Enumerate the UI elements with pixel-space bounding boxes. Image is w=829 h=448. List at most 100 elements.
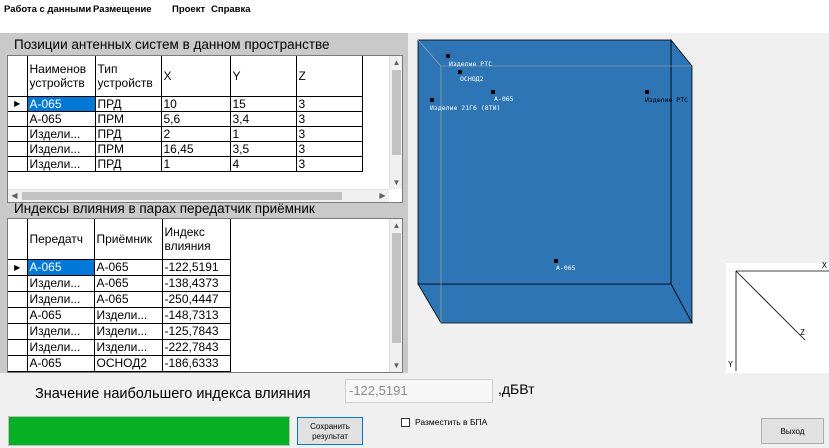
- influence-cell[interactable]: А-065: [94, 275, 163, 292]
- positions-cell[interactable]: Издели...: [27, 141, 96, 157]
- row-header[interactable]: [8, 141, 28, 157]
- positions-cell[interactable]: 1: [230, 126, 297, 142]
- influence-row[interactable]: Издели... Издели... -222,7843: [8, 339, 231, 356]
- influence-cell[interactable]: Издели...: [94, 323, 163, 340]
- positions-cell[interactable]: 3: [296, 126, 363, 142]
- row-header[interactable]: [8, 111, 28, 127]
- positions-cell[interactable]: ПРМ: [95, 111, 162, 127]
- positions-row[interactable]: Издели... ПРД 2 1 3: [8, 126, 363, 142]
- positions-cell[interactable]: 3: [296, 111, 363, 127]
- scene-viewport[interactable]: X Y Z Изделие РТС ОСНОД2 А-065 Изделие 2…: [408, 33, 829, 373]
- positions-row[interactable]: Издели... ПРД 1 4 3: [8, 156, 363, 172]
- positions-cell[interactable]: ПРМ: [95, 141, 162, 157]
- influence-cell[interactable]: Издели...: [27, 275, 95, 292]
- scroll-thumb-horizontal[interactable]: [22, 192, 342, 200]
- influence-cell[interactable]: А-065: [94, 259, 163, 276]
- positions-cell[interactable]: 16,45: [161, 141, 231, 157]
- influence-row[interactable]: А-065 Издели... -148,7313: [8, 307, 231, 324]
- influence-row[interactable]: А-065 ОСНОД2 -186,6333: [8, 355, 231, 372]
- device-marker[interactable]: [645, 90, 649, 94]
- positions-cell[interactable]: Издели...: [27, 126, 96, 142]
- influence-cell[interactable]: А-065: [27, 355, 95, 372]
- scroll-down-arrow-icon[interactable]: ▼: [390, 176, 402, 189]
- positions-cell[interactable]: ПРД: [95, 156, 162, 172]
- positions-cell[interactable]: Издели...: [27, 156, 96, 172]
- menu-item-help[interactable]: Справка: [211, 4, 251, 15]
- scroll-up-arrow-icon[interactable]: ▲: [390, 56, 402, 69]
- scroll-thumb[interactable]: [392, 233, 401, 343]
- row-header[interactable]: [8, 339, 28, 356]
- influence-cell[interactable]: А-065: [27, 259, 95, 276]
- row-header[interactable]: [8, 275, 28, 292]
- exit-button[interactable]: Выход: [761, 418, 824, 444]
- positions-cell[interactable]: 3: [296, 141, 363, 157]
- influence-cell[interactable]: Издели...: [27, 339, 95, 356]
- positions-cell[interactable]: 10: [161, 96, 231, 112]
- device-marker[interactable]: [491, 90, 495, 94]
- row-header[interactable]: ▶: [8, 96, 28, 112]
- column-header-z[interactable]: Z: [296, 56, 363, 97]
- save-result-button[interactable]: Сохранить результат: [297, 417, 363, 445]
- column-header-y[interactable]: Y: [230, 56, 297, 97]
- influence-row[interactable]: Издели... Издели... -125,7843: [8, 323, 231, 340]
- menu-item-data[interactable]: Работа с данными: [4, 4, 91, 15]
- influence-grid[interactable]: Передатч Приёмник Индекс влияния ▶ А-065 А…: [7, 218, 403, 373]
- influence-cell[interactable]: -138,4373: [162, 275, 231, 292]
- column-header-x[interactable]: X: [161, 56, 231, 97]
- influence-cell[interactable]: Издели...: [27, 291, 95, 308]
- influence-cell[interactable]: -148,7313: [162, 307, 231, 324]
- row-header[interactable]: [8, 156, 28, 172]
- positions-cell[interactable]: 3,5: [230, 141, 297, 157]
- menu-item-placement[interactable]: Размещение: [93, 4, 152, 15]
- positions-cell[interactable]: А-065: [27, 111, 96, 127]
- scroll-thumb[interactable]: [392, 70, 401, 155]
- influence-row[interactable]: ▶ А-065 А-065 -122,5191: [8, 259, 231, 276]
- influence-cell[interactable]: Издели...: [27, 323, 95, 340]
- influence-cell[interactable]: ОСНОД2: [94, 355, 163, 372]
- positions-cell[interactable]: А-065: [27, 96, 96, 112]
- positions-cell[interactable]: 5,6: [161, 111, 231, 127]
- device-marker[interactable]: [458, 70, 462, 74]
- device-marker[interactable]: [430, 98, 434, 102]
- positions-cell[interactable]: ПРД: [95, 126, 162, 142]
- positions-row[interactable]: А-065 ПРМ 5,6 3,4 3: [8, 111, 363, 127]
- influence-cell[interactable]: -222,7843: [162, 339, 231, 356]
- device-marker[interactable]: [446, 54, 450, 58]
- checkbox-box[interactable]: [401, 418, 410, 427]
- positions-row[interactable]: Издели... ПРМ 16,45 3,5 3: [8, 141, 363, 157]
- influence-cell[interactable]: Издели...: [94, 339, 163, 356]
- row-header[interactable]: [8, 307, 28, 324]
- row-header[interactable]: ▶: [8, 259, 28, 276]
- column-header-influence-index[interactable]: Индекс влияния: [162, 219, 231, 260]
- positions-vertical-scrollbar[interactable]: ▲ ▼: [389, 56, 402, 189]
- device-marker[interactable]: [554, 259, 558, 263]
- influence-cell[interactable]: А-065: [27, 307, 95, 324]
- positions-grid[interactable]: Наименов устройств Тип устройств X Y Z ▶…: [7, 55, 403, 203]
- influence-row[interactable]: Издели... А-065 -138,4373: [8, 275, 231, 292]
- positions-cell[interactable]: 3: [296, 156, 363, 172]
- positions-cell[interactable]: 1: [161, 156, 231, 172]
- row-header[interactable]: [8, 291, 28, 308]
- positions-cell[interactable]: 4: [230, 156, 297, 172]
- column-header-transmitter[interactable]: Передатч: [27, 219, 95, 260]
- scroll-right-arrow-icon[interactable]: ▶: [376, 190, 389, 202]
- influence-cell[interactable]: Издели...: [94, 307, 163, 324]
- row-header[interactable]: [8, 355, 28, 372]
- menu-item-project[interactable]: Проект: [172, 4, 205, 15]
- scroll-down-arrow-icon[interactable]: ▼: [390, 359, 402, 372]
- column-header-type[interactable]: Тип устройств: [95, 56, 162, 97]
- max-influence-field[interactable]: -122,5191: [345, 379, 493, 403]
- influence-cell[interactable]: А-065: [94, 291, 163, 308]
- influence-cell[interactable]: -122,5191: [162, 259, 231, 276]
- row-header[interactable]: [8, 126, 28, 142]
- influence-cell[interactable]: -186,6333: [162, 355, 231, 372]
- influence-cell[interactable]: -250,4447: [162, 291, 231, 308]
- positions-cell[interactable]: 2: [161, 126, 231, 142]
- column-header-receiver[interactable]: Приёмник: [94, 219, 163, 260]
- positions-cell[interactable]: ПРД: [95, 96, 162, 112]
- influence-vertical-scrollbar[interactable]: ▲ ▼: [389, 219, 402, 372]
- positions-cell[interactable]: 15: [230, 96, 297, 112]
- positions-cell[interactable]: 3,4: [230, 111, 297, 127]
- influence-cell[interactable]: -125,7843: [162, 323, 231, 340]
- column-header-name[interactable]: Наименов устройств: [27, 56, 96, 97]
